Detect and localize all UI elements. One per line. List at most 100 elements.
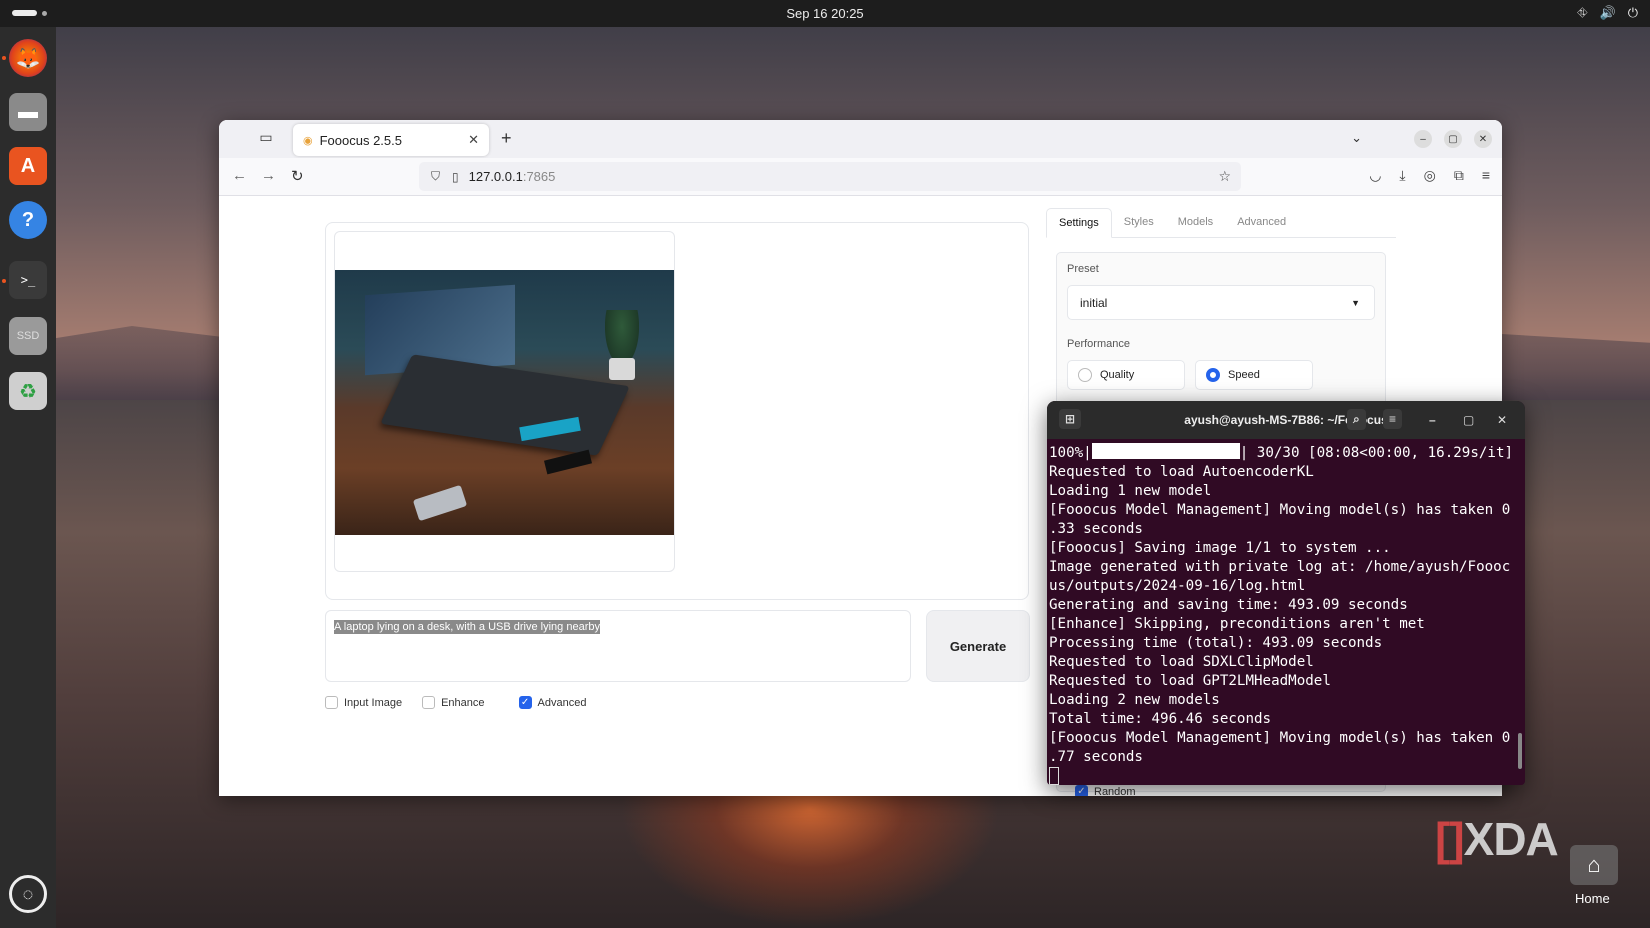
clock[interactable]: Sep 16 20:25 xyxy=(0,6,1650,21)
image-laptop xyxy=(380,354,630,456)
performance-speed-radio[interactable]: Speed xyxy=(1195,360,1313,390)
checkmark-icon[interactable]: ✓ xyxy=(518,696,532,709)
system-tray[interactable]: ⛗ 🔊 ⏻ xyxy=(1577,5,1638,21)
terminal-line: us/outputs/2024-09-16/log.html xyxy=(1049,578,1306,594)
firefox-icon[interactable]: 🦊 xyxy=(9,39,47,77)
menu-icon[interactable]: ≡ xyxy=(1482,167,1490,184)
performance-quality-radio[interactable]: Quality xyxy=(1067,360,1185,390)
home-label[interactable]: Home xyxy=(1575,891,1610,906)
tab-advanced[interactable]: Advanced xyxy=(1225,208,1298,237)
downloads-icon[interactable]: ⤓ xyxy=(1399,167,1405,184)
search-icon[interactable]: ⌕ xyxy=(1347,409,1366,430)
scrollbar[interactable] xyxy=(1518,733,1522,769)
random-seed-checkbox[interactable]: ✓ Random xyxy=(1075,785,1136,796)
chevron-down-icon: ▼ xyxy=(1351,297,1360,308)
list-tabs-icon[interactable]: ⌄ xyxy=(1351,130,1362,146)
terminal-header: ⊞ ayush@ayush-MS-7B86: ~/Fooocus ⌕ ≡ – ▢… xyxy=(1047,401,1525,439)
terminal-icon[interactable]: >_ xyxy=(9,261,47,299)
progress-prefix: 100%| xyxy=(1049,445,1092,461)
back-icon[interactable]: ← xyxy=(232,167,247,184)
terminal-line: .33 seconds xyxy=(1049,521,1143,537)
terminal-line: [Fooocus Model Management] Moving model(… xyxy=(1049,502,1511,518)
terminal-line: Total time: 496.46 seconds xyxy=(1049,711,1272,727)
app-center-icon[interactable]: A xyxy=(9,147,47,185)
maximize-button[interactable]: ▢ xyxy=(1444,130,1462,148)
preset-label: Preset xyxy=(1067,263,1099,275)
close-tab-icon[interactable]: ✕ xyxy=(468,132,479,148)
generate-button[interactable]: Generate xyxy=(926,610,1030,682)
terminal-line: Loading 2 new models xyxy=(1049,692,1220,708)
terminal-line: Requested to load SDXLClipModel xyxy=(1049,654,1314,670)
network-icon[interactable]: ⛗ xyxy=(1577,5,1587,21)
close-window-button[interactable]: ✕ xyxy=(1474,130,1492,148)
checkbox-box[interactable] xyxy=(325,696,338,709)
tab-list-icon[interactable]: ▭ xyxy=(255,129,277,149)
terminal-output[interactable]: 100%| | 30/30 [08:08<00:00, 16.29s/it] Req… xyxy=(1047,439,1525,785)
minimize-button[interactable]: – xyxy=(1429,413,1436,427)
performance-label: Performance xyxy=(1067,338,1130,350)
gallery-panel xyxy=(325,222,1029,600)
checkbox-box[interactable] xyxy=(422,696,436,709)
advanced-checkbox[interactable]: ✓ Advanced xyxy=(518,696,586,709)
drive-icon[interactable]: SSD xyxy=(9,317,47,355)
input-image-checkbox[interactable]: Input Image xyxy=(325,696,402,709)
url-bar[interactable]: ⛉ ▯ 127.0.0.1:7865 ☆ xyxy=(419,162,1241,191)
favicon-icon: ◉ xyxy=(303,134,313,147)
prompt-input[interactable]: A laptop lying on a desk, with a USB dri… xyxy=(325,610,911,682)
hamburger-menu-icon[interactable]: ≡ xyxy=(1383,409,1403,429)
tab-fooocus[interactable]: ◉ Fooocus 2.5.5 ✕ xyxy=(293,124,489,156)
tab-settings[interactable]: Settings xyxy=(1046,208,1112,238)
url-host: 127.0.0.1 xyxy=(468,169,523,184)
running-indicator xyxy=(2,56,6,60)
gallery-card[interactable] xyxy=(334,231,675,572)
url-port: :7865 xyxy=(522,169,556,184)
show-apps-icon[interactable]: ◌ xyxy=(9,875,47,913)
forward-icon[interactable]: → xyxy=(261,167,276,184)
terminal-line: .77 seconds xyxy=(1049,749,1143,765)
pocket-icon[interactable]: ◡ xyxy=(1369,167,1381,184)
tab-styles[interactable]: Styles xyxy=(1112,208,1166,237)
terminal-title: ayush@ayush-MS-7B86: ~/Fooocus xyxy=(1184,413,1388,427)
checkbox-label: Input Image xyxy=(344,696,403,709)
close-window-button[interactable]: ✕ xyxy=(1497,413,1507,427)
reload-icon[interactable]: ↻ xyxy=(291,167,304,185)
radio-label: Quality xyxy=(1100,369,1135,381)
terminal-line: Requested to load GPT2LMHeadModel xyxy=(1049,673,1331,689)
shield-icon[interactable]: ⛉ xyxy=(431,169,440,184)
page-icon[interactable]: ▯ xyxy=(452,170,459,184)
trash-icon[interactable]: ♻ xyxy=(9,372,47,410)
preset-dropdown[interactable]: initial ▼ xyxy=(1067,285,1375,320)
radio-icon xyxy=(1078,368,1092,382)
terminal-line: Loading 1 new model xyxy=(1049,483,1212,499)
terminal-window: ⊞ ayush@ayush-MS-7B86: ~/Fooocus ⌕ ≡ – ▢… xyxy=(1047,401,1525,785)
progress-suffix: | 30/30 [08:08<00:00, 16.29s/it] xyxy=(1239,445,1514,461)
tab-strip: ▭ ◉ Fooocus 2.5.5 ✕ + ⌄ – ▢ ✕ xyxy=(219,120,1502,158)
account-icon[interactable]: ◎ xyxy=(1424,167,1436,184)
prompt-line xyxy=(1049,767,1523,785)
radio-selected-icon xyxy=(1206,368,1220,382)
dock: 🦊 ▬ A ? >_ SSD ♻ ◌ xyxy=(0,27,56,928)
bookmark-star-icon[interactable]: ☆ xyxy=(1218,168,1231,185)
generated-image[interactable] xyxy=(335,270,674,535)
running-indicator xyxy=(2,279,6,283)
xda-text: XDA xyxy=(1463,813,1559,865)
terminal-line: Image generated with private log at: /ho… xyxy=(1049,559,1511,575)
tab-title: Fooocus 2.5.5 xyxy=(319,132,402,148)
xda-logo-icon: [] xyxy=(1435,813,1465,865)
volume-icon[interactable]: 🔊 xyxy=(1600,5,1616,21)
checkbox-label: Random xyxy=(1094,785,1136,797)
maximize-button[interactable]: ▢ xyxy=(1463,413,1474,427)
files-icon[interactable]: ▬ xyxy=(9,93,47,131)
terminal-line: [Fooocus] Saving image 1/1 to system ... xyxy=(1049,540,1391,556)
power-icon[interactable]: ⏻ xyxy=(1628,5,1638,21)
checkmark-icon[interactable]: ✓ xyxy=(1075,785,1088,796)
xda-watermark: []XDA xyxy=(1435,812,1559,866)
enhance-checkbox[interactable]: Enhance xyxy=(422,696,485,709)
new-tab-button[interactable]: + xyxy=(501,128,512,149)
tab-models[interactable]: Models xyxy=(1166,208,1225,237)
help-icon[interactable]: ? xyxy=(9,201,47,239)
extensions-icon[interactable]: ⧉ xyxy=(1454,167,1464,184)
home-folder-icon[interactable]: ⌂ xyxy=(1570,845,1618,885)
progress-bar xyxy=(1091,443,1240,459)
minimize-button[interactable]: – xyxy=(1414,130,1432,148)
